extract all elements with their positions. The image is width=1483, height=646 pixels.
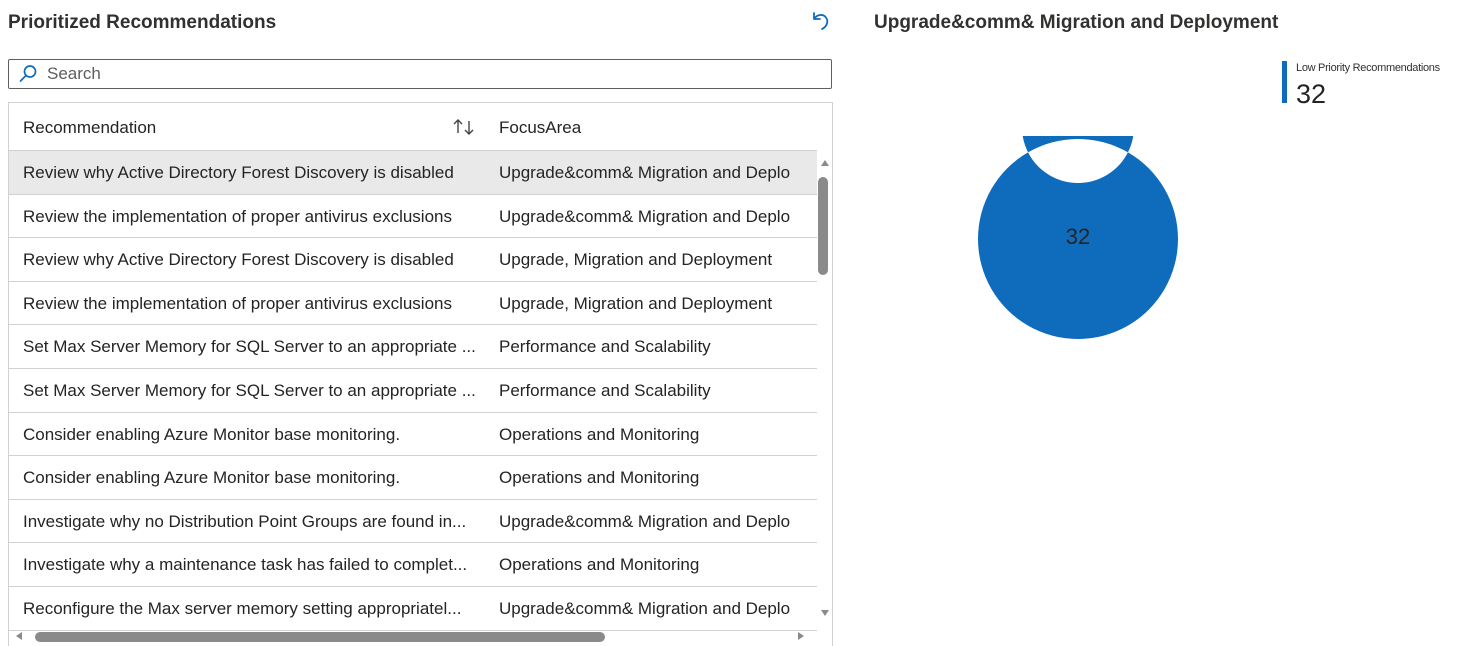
- recommendation-cell: Consider enabling Azure Monitor base mon…: [23, 424, 401, 444]
- left-panel-title: Prioritized Recommendations: [8, 12, 277, 33]
- legend-swatch: [1282, 61, 1287, 103]
- recommendation-cell: Consider enabling Azure Monitor base mon…: [23, 468, 401, 488]
- table-row[interactable]: Consider enabling Azure Monitor base mon…: [9, 413, 817, 457]
- chart-title: Upgrade&comm& Migration and Deployment: [874, 12, 1279, 33]
- recommendations-table: Recommendation FocusArea Review why Acti…: [8, 102, 833, 646]
- scroll-right-arrow-icon[interactable]: [797, 631, 805, 641]
- recommendation-cell: Set Max Server Memory for SQL Server to …: [23, 337, 476, 357]
- search-box[interactable]: [8, 59, 832, 89]
- recommendation-cell: Review why Active Directory Forest Disco…: [23, 250, 454, 270]
- recommendation-cell: Investigate why no Distribution Point Gr…: [23, 511, 467, 531]
- table-header: Recommendation FocusArea: [9, 103, 817, 151]
- focusarea-cell: Upgrade&comm& Migration and Deplo: [499, 163, 791, 182]
- table-row[interactable]: Review the implementation of proper anti…: [9, 195, 817, 239]
- table-row[interactable]: Investigate why no Distribution Point Gr…: [9, 500, 817, 544]
- table-row[interactable]: Set Max Server Memory for SQL Server to …: [9, 325, 817, 369]
- recommendation-cell: Reconfigure the Max server memory settin…: [23, 598, 462, 618]
- recommendation-cell: Investigate why a maintenance task has f…: [23, 555, 468, 575]
- focusarea-cell: Upgrade&comm& Migration and Deplo: [499, 598, 791, 618]
- column-header-recommendation[interactable]: Recommendation: [23, 118, 156, 138]
- column-header-focusarea[interactable]: FocusArea: [499, 118, 581, 138]
- table-row[interactable]: Review the implementation of proper anti…: [9, 282, 817, 326]
- focusarea-cell: Operations and Monitoring: [499, 468, 700, 488]
- table-row[interactable]: Reconfigure the Max server memory settin…: [9, 587, 817, 631]
- focusarea-cell: Upgrade&comm& Migration and Deplo: [499, 511, 791, 531]
- focusarea-cell: Upgrade&comm& Migration and Deplo: [499, 206, 791, 226]
- recommendation-cell: Review why Active Directory Forest Disco…: [23, 163, 454, 182]
- search-input[interactable]: [45, 63, 809, 85]
- sort-arrows-icon[interactable]: [451, 116, 477, 138]
- scroll-left-arrow-icon[interactable]: [15, 631, 23, 641]
- focusarea-cell: Performance and Scalability: [499, 337, 711, 357]
- legend-value: 32: [1296, 79, 1327, 109]
- search-icon: [19, 65, 37, 82]
- table-row[interactable]: Review why Active Directory Forest Disco…: [9, 238, 817, 282]
- vertical-scrollbar[interactable]: [817, 151, 832, 631]
- focusarea-cell: Operations and Monitoring: [499, 555, 700, 575]
- table-row[interactable]: Review why Active Directory Forest Disco…: [9, 151, 817, 195]
- focusarea-cell: Upgrade, Migration and Deployment: [499, 293, 773, 313]
- table-row[interactable]: Consider enabling Azure Monitor base mon…: [9, 456, 817, 500]
- scroll-down-arrow-icon[interactable]: [820, 609, 830, 617]
- table-body: Review why Active Directory Forest Disco…: [9, 151, 817, 631]
- table-row[interactable]: Set Max Server Memory for SQL Server to …: [9, 369, 817, 413]
- focusarea-cell: Performance and Scalability: [499, 380, 711, 400]
- focusarea-cell: Upgrade, Migration and Deployment: [499, 250, 773, 270]
- recommendation-cell: Review the implementation of proper anti…: [23, 206, 452, 226]
- recommendation-cell: Review the implementation of proper anti…: [23, 293, 452, 313]
- legend-label: Low Priority Recommendations: [1296, 62, 1440, 74]
- undo-icon[interactable]: [808, 8, 832, 34]
- horizontal-scrollbar[interactable]: [9, 625, 817, 646]
- recommendation-cell: Set Max Server Memory for SQL Server to …: [23, 380, 476, 400]
- focusarea-cell: Operations and Monitoring: [499, 424, 700, 444]
- vertical-scrollbar-thumb[interactable]: [818, 177, 828, 275]
- horizontal-scrollbar-thumb[interactable]: [35, 632, 605, 642]
- scroll-up-arrow-icon[interactable]: [820, 159, 830, 167]
- donut-center-label: 32: [1065, 224, 1091, 249]
- table-row[interactable]: Investigate why a maintenance task has f…: [9, 543, 817, 587]
